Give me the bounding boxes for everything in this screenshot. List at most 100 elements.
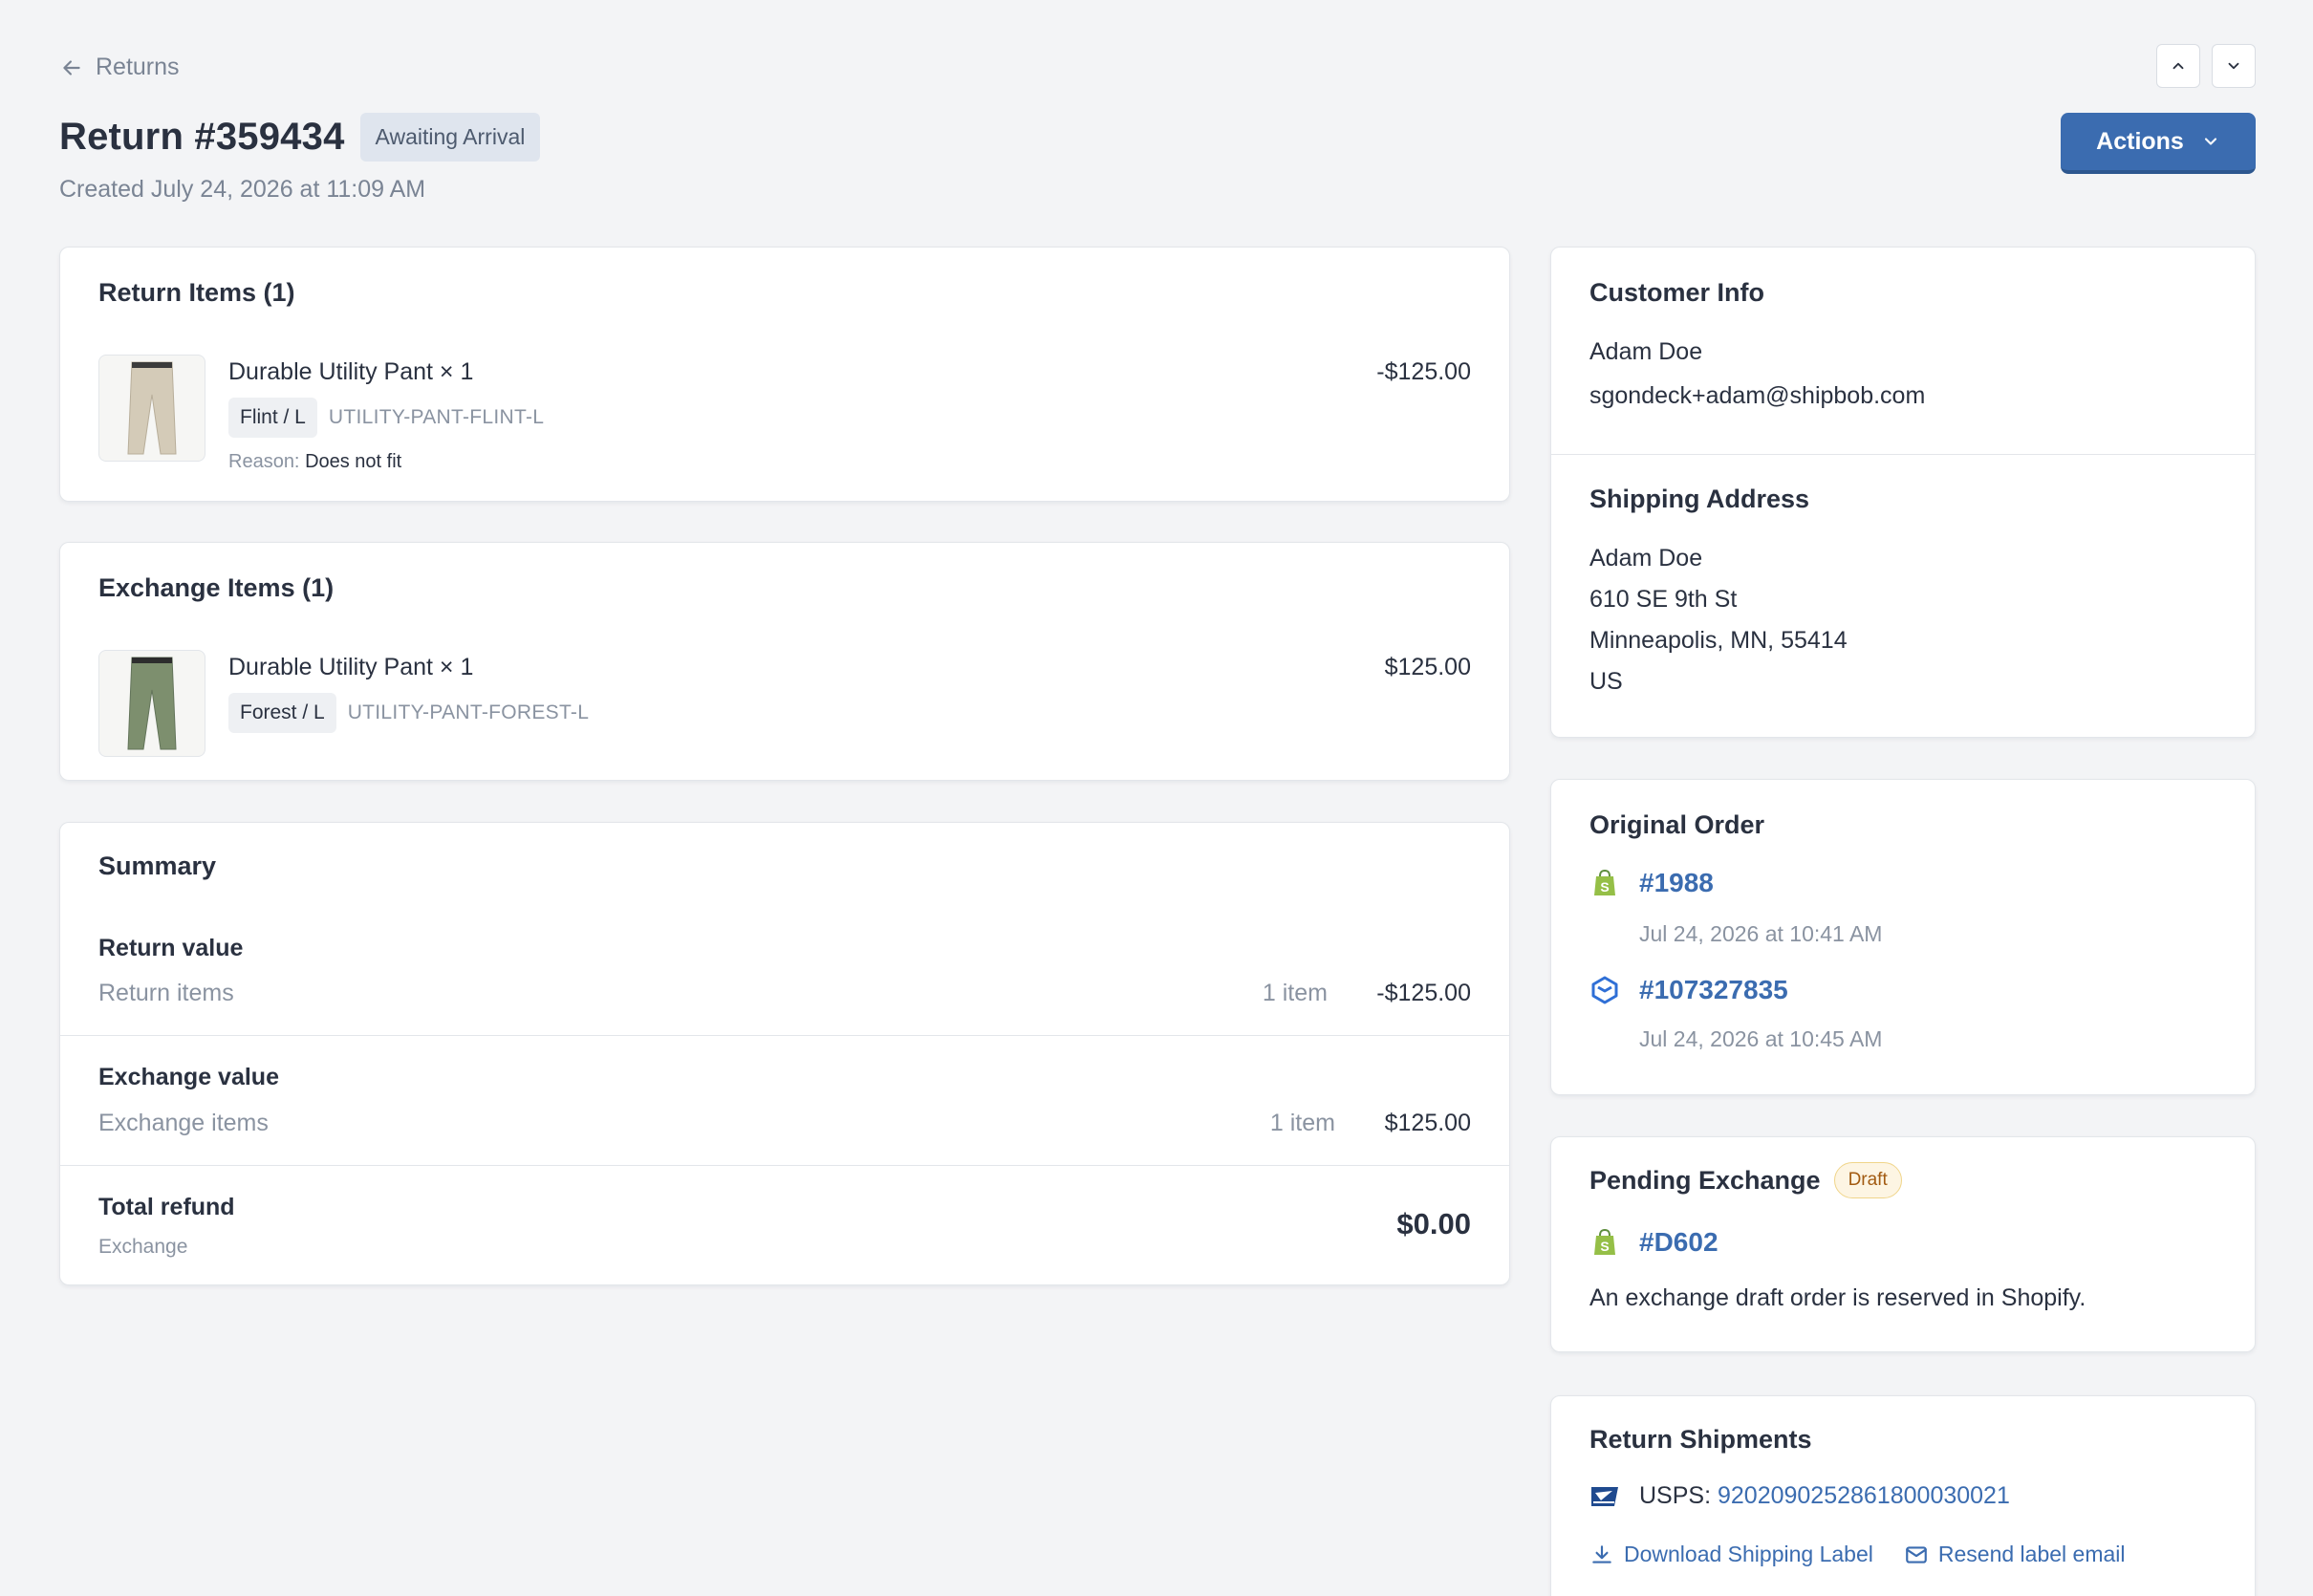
reason-value: Does not fit bbox=[305, 451, 402, 472]
item-price: -$125.00 bbox=[1376, 358, 1471, 385]
card-title: Customer Info bbox=[1589, 278, 1765, 307]
next-record-button[interactable] bbox=[2212, 44, 2256, 88]
return-reason: Reason: Does not fit bbox=[228, 451, 1471, 473]
pending-exchange-header: Pending Exchange Draft bbox=[1589, 1162, 1902, 1198]
return-value-heading: Return value bbox=[98, 935, 244, 961]
return-items-amount: -$125.00 bbox=[1376, 980, 1471, 1006]
previous-record-button[interactable] bbox=[2156, 44, 2200, 88]
variant-chip: Flint / L bbox=[228, 398, 317, 438]
order-number-link[interactable]: #1988 bbox=[1639, 868, 1714, 898]
page-title: Return #359434 bbox=[59, 116, 345, 158]
product-thumbnail bbox=[98, 650, 205, 757]
card-title: Return Items (1) bbox=[98, 278, 295, 307]
exchange-items-card: Exchange Items (1) Durable Utility Pant … bbox=[59, 542, 1510, 781]
total-refund-label: Exchange bbox=[98, 1236, 188, 1258]
customer-name: Adam Doe bbox=[1589, 338, 1703, 365]
address-line: Minneapolis, MN, 55414 bbox=[1589, 627, 1848, 654]
created-timestamp: Created July 24, 2026 at 11:09 AM bbox=[59, 176, 426, 203]
reason-label: Reason: bbox=[228, 451, 300, 472]
card-title: Return Shipments bbox=[1589, 1425, 1812, 1454]
total-refund-section: Total refund Exchange $0.00 bbox=[60, 1165, 1509, 1284]
product-thumbnail bbox=[98, 355, 205, 462]
pant-shape bbox=[127, 657, 177, 750]
card-title: Exchange Items (1) bbox=[98, 573, 335, 602]
return-items-card: Return Items (1) Durable Utility Pant × … bbox=[59, 247, 1510, 502]
pant-image-icon bbox=[127, 657, 177, 750]
status-badge: Awaiting Arrival bbox=[359, 113, 541, 162]
card-title: Pending Exchange bbox=[1589, 1165, 1821, 1195]
item-name: Durable Utility Pant × 1 bbox=[228, 358, 474, 385]
shipbob-order-line: #107327835 bbox=[1589, 975, 1788, 1005]
return-detail-page: Returns Return #359434 Awaiting Arrival … bbox=[59, 0, 2256, 1596]
draft-order-link[interactable]: #D602 bbox=[1639, 1227, 1719, 1258]
pant-shape bbox=[127, 361, 177, 455]
back-link-label: Returns bbox=[96, 54, 180, 80]
shopify-icon: S bbox=[1594, 869, 1615, 895]
shipbob-icon bbox=[1591, 976, 1618, 1004]
usps-eagle-icon bbox=[1591, 1486, 1618, 1506]
variant-chip: Forest / L bbox=[228, 693, 336, 733]
exchange-value-heading: Exchange value bbox=[98, 1064, 279, 1090]
item-meta: Flint / L UTILITY-PANT-FLINT-L bbox=[228, 398, 1471, 438]
address-line: Adam Doe bbox=[1589, 545, 1703, 572]
tracking-text: USPS: 9202090252861800030021 bbox=[1639, 1482, 2010, 1510]
pending-exchange-note: An exchange draft order is reserved in S… bbox=[1589, 1284, 2086, 1311]
return-item-row: Durable Utility Pant × 1 Flint / L UTILI… bbox=[98, 355, 1471, 473]
shopify-icon: S bbox=[1594, 1228, 1615, 1255]
order-number-link[interactable]: #107327835 bbox=[1639, 975, 1788, 1005]
draft-order-line: S #D602 bbox=[1589, 1227, 1719, 1258]
actions-label: Actions bbox=[2096, 127, 2184, 155]
draft-badge: Draft bbox=[1833, 1162, 1902, 1198]
return-value-section: Return value Return items 1 item -$125.0… bbox=[60, 823, 1509, 1035]
return-shipments-card: Return Shipments USPS: 92020902528618000… bbox=[1550, 1395, 2256, 1596]
address-line: US bbox=[1589, 668, 1623, 695]
return-items-qty: 1 item bbox=[1262, 980, 1328, 1006]
item-price: $125.00 bbox=[1384, 654, 1471, 680]
customer-email-link[interactable]: sgondeck+adam@shipbob.com bbox=[1589, 382, 1925, 410]
resend-email-link[interactable]: Resend label email bbox=[1904, 1542, 2126, 1567]
tracking-line: USPS: 9202090252861800030021 bbox=[1589, 1482, 2010, 1510]
exchange-items-qty: 1 item bbox=[1269, 1110, 1335, 1136]
item-info: Durable Utility Pant × 1 Flint / L UTILI… bbox=[228, 355, 1471, 473]
item-sku: UTILITY-PANT-FOREST-L bbox=[347, 701, 590, 723]
order-date: Jul 24, 2026 at 10:45 AM bbox=[1639, 1026, 1883, 1051]
address-line: 610 SE 9th St bbox=[1589, 586, 1738, 613]
card-title: Original Order bbox=[1589, 810, 1765, 839]
summary-card: Summary Return value Return items 1 item… bbox=[59, 822, 1510, 1285]
record-navigation bbox=[2156, 44, 2256, 88]
chevron-down-icon bbox=[2204, 138, 2216, 145]
total-refund-heading: Total refund bbox=[98, 1194, 235, 1220]
download-label-link[interactable]: Download Shipping Label bbox=[1589, 1542, 1873, 1567]
order-date: Jul 24, 2026 at 10:41 AM bbox=[1639, 921, 1883, 946]
exchange-value-section: Exchange value Exchange items 1 item $12… bbox=[60, 1035, 1509, 1165]
exchange-item-row: Durable Utility Pant × 1 Forest / L UTIL… bbox=[98, 650, 1471, 757]
pending-exchange-card: Pending Exchange Draft S #D602 An exchan… bbox=[1550, 1136, 2256, 1352]
svg-text:S: S bbox=[1600, 879, 1609, 895]
download-label-text: Download Shipping Label bbox=[1624, 1542, 1873, 1566]
item-name: Durable Utility Pant × 1 bbox=[228, 654, 474, 680]
chevron-down-icon bbox=[2228, 62, 2239, 70]
svg-text:S: S bbox=[1600, 1239, 1609, 1254]
item-info: Durable Utility Pant × 1 Forest / L UTIL… bbox=[228, 650, 1471, 757]
pant-image-icon bbox=[127, 361, 177, 455]
label-actions: Download Shipping Label Resend label ema… bbox=[1589, 1542, 2126, 1567]
mail-icon bbox=[1906, 1545, 1927, 1564]
exchange-items-label: Exchange items bbox=[98, 1110, 269, 1136]
exchange-items-amount: $125.00 bbox=[1384, 1110, 1471, 1136]
title-row: Return #359434 Awaiting Arrival bbox=[59, 113, 541, 162]
item-sku: UTILITY-PANT-FLINT-L bbox=[328, 406, 545, 428]
arrow-left-icon bbox=[63, 59, 80, 75]
customer-card: Customer Info Adam Doe sgondeck+adam@shi… bbox=[1550, 247, 2256, 738]
back-to-returns-link[interactable]: Returns bbox=[59, 54, 180, 81]
carrier-label: USPS: bbox=[1639, 1482, 1712, 1509]
chevron-up-icon bbox=[2172, 62, 2184, 70]
total-refund-amount: $0.00 bbox=[1396, 1207, 1471, 1240]
actions-dropdown-button[interactable]: Actions bbox=[2061, 113, 2256, 174]
original-order-card: Original Order S #1988 Jul 24, 2026 at 1… bbox=[1550, 779, 2256, 1095]
tracking-number-link[interactable]: 9202090252861800030021 bbox=[1718, 1482, 2010, 1509]
resend-email-text: Resend label email bbox=[1937, 1542, 2126, 1566]
divider bbox=[1551, 454, 2255, 455]
card-title: Shipping Address bbox=[1589, 485, 1810, 513]
shopify-order-line: S #1988 bbox=[1589, 868, 1714, 898]
download-icon bbox=[1592, 1544, 1611, 1564]
